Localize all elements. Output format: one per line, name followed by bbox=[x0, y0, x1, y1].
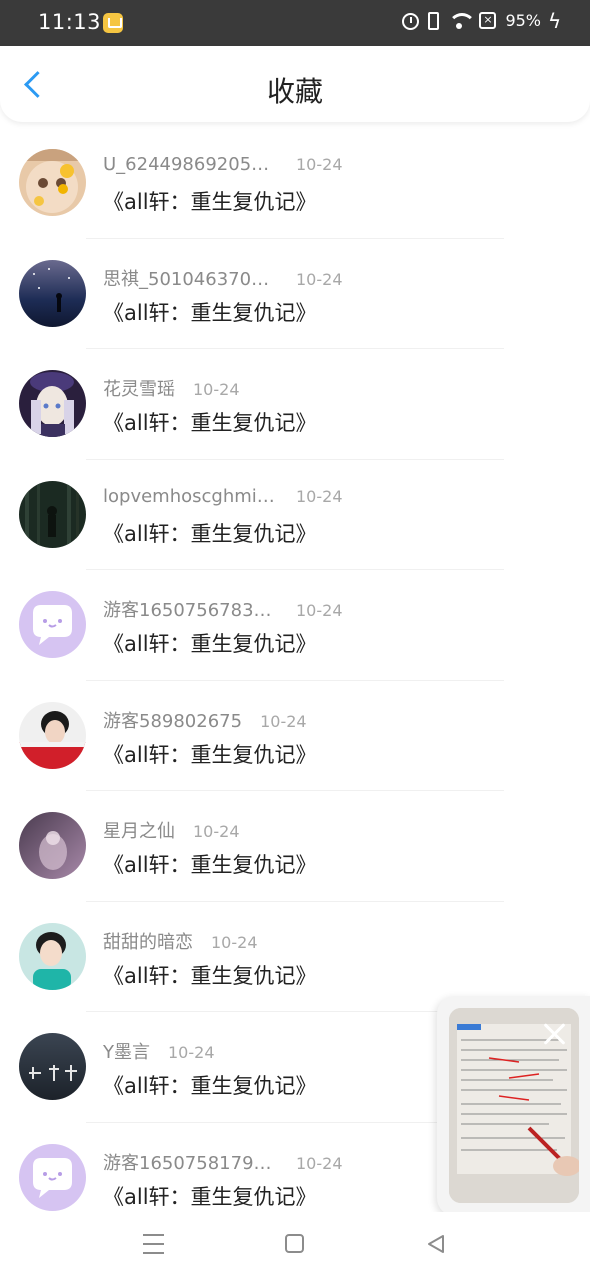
list-item[interactable]: 思祺_5010463705... 10-24 《all轩：重生复仇记》 bbox=[0, 239, 590, 349]
avatar[interactable] bbox=[19, 591, 86, 658]
status-bar: 11:13 × 95% bbox=[0, 0, 590, 46]
user-name: U_624498692051... bbox=[103, 154, 278, 175]
book-title[interactable]: 《all轩：重生复仇记》 bbox=[103, 1070, 317, 1100]
item-date: 10-24 bbox=[168, 1043, 215, 1062]
user-name: 游客16507567830... bbox=[103, 600, 278, 621]
book-title[interactable]: 《all轩：重生复仇记》 bbox=[103, 739, 317, 769]
item-date: 10-24 bbox=[296, 155, 343, 174]
header: 收藏 bbox=[0, 46, 590, 122]
avatar[interactable] bbox=[19, 1143, 86, 1211]
book-title[interactable]: 《all轩：重生复仇记》 bbox=[103, 849, 317, 879]
avatar[interactable] bbox=[19, 149, 86, 216]
home-icon[interactable] bbox=[285, 1234, 304, 1253]
avatar[interactable] bbox=[19, 370, 86, 437]
item-date: 10-24 bbox=[296, 269, 343, 289]
close-icon[interactable] bbox=[541, 1020, 569, 1048]
avatar[interactable] bbox=[19, 1033, 86, 1100]
list-item[interactable]: U_624498692051... 10-24 《all轩：重生复仇记》 bbox=[0, 128, 590, 239]
charging-icon bbox=[548, 9, 561, 33]
avatar[interactable] bbox=[19, 812, 86, 879]
item-date: 10-24 bbox=[296, 1153, 343, 1173]
user-name: 游客16507581793... bbox=[103, 1152, 278, 1174]
wifi-icon bbox=[448, 12, 477, 29]
list-item[interactable]: 游客589802675 10-24 《all轩：重生复仇记》 bbox=[0, 681, 590, 791]
back-triangle-icon[interactable] bbox=[426, 1234, 446, 1254]
item-date: 10-24 bbox=[193, 822, 240, 841]
floating-video-window[interactable] bbox=[437, 996, 590, 1216]
avatar[interactable] bbox=[19, 480, 86, 548]
menu-icon[interactable] bbox=[143, 1234, 164, 1254]
user-name: lopvemhoscghmino bbox=[103, 485, 278, 507]
book-title[interactable]: 《all轩：重生复仇记》 bbox=[103, 518, 317, 548]
battery-level: 95% bbox=[505, 11, 541, 30]
book-title[interactable]: 《all轩：重生复仇记》 bbox=[103, 960, 317, 990]
user-name: 星月之仙 bbox=[103, 821, 175, 842]
list-item[interactable]: 花灵雪瑶 10-24 《all轩：重生复仇记》 bbox=[0, 349, 590, 460]
system-nav-bar bbox=[0, 1212, 590, 1280]
item-date: 10-24 bbox=[260, 711, 307, 731]
user-name: Y墨言 bbox=[103, 1042, 150, 1063]
user-name: 游客589802675 bbox=[103, 710, 243, 732]
app-notification-icon bbox=[103, 13, 123, 33]
item-date: 10-24 bbox=[211, 932, 258, 952]
book-title[interactable]: 《all轩：重生复仇记》 bbox=[103, 628, 317, 658]
status-time: 11:13 bbox=[38, 10, 102, 34]
alarm-icon bbox=[402, 13, 420, 30]
list-item[interactable]: lopvemhoscghmino 10-24 《all轩：重生复仇记》 bbox=[0, 460, 590, 570]
page-title: 收藏 bbox=[266, 75, 323, 108]
book-title[interactable]: 《all轩：重生复仇记》 bbox=[103, 186, 317, 216]
sim-icon: × bbox=[479, 12, 497, 29]
avatar[interactable] bbox=[19, 259, 86, 327]
item-date: 10-24 bbox=[296, 486, 343, 506]
book-title[interactable]: 《all轩：重生复仇记》 bbox=[103, 1181, 317, 1211]
status-icons: × 95% bbox=[402, 9, 561, 33]
list-item[interactable]: 星月之仙 10-24 《all轩：重生复仇记》 bbox=[0, 791, 590, 902]
user-name: 花灵雪瑶 bbox=[103, 379, 175, 400]
item-date: 10-24 bbox=[296, 601, 343, 620]
book-title[interactable]: 《all轩：重生复仇记》 bbox=[103, 407, 317, 437]
user-name: 甜甜的暗恋 bbox=[103, 931, 193, 953]
avatar[interactable] bbox=[19, 701, 86, 769]
item-date: 10-24 bbox=[193, 380, 240, 399]
user-name: 思祺_5010463705... bbox=[103, 268, 278, 290]
book-title[interactable]: 《all轩：重生复仇记》 bbox=[103, 297, 317, 327]
avatar[interactable] bbox=[19, 922, 86, 990]
vibrate-icon bbox=[428, 11, 440, 30]
list-item[interactable]: 游客16507567830... 10-24 《all轩：重生复仇记》 bbox=[0, 570, 590, 681]
